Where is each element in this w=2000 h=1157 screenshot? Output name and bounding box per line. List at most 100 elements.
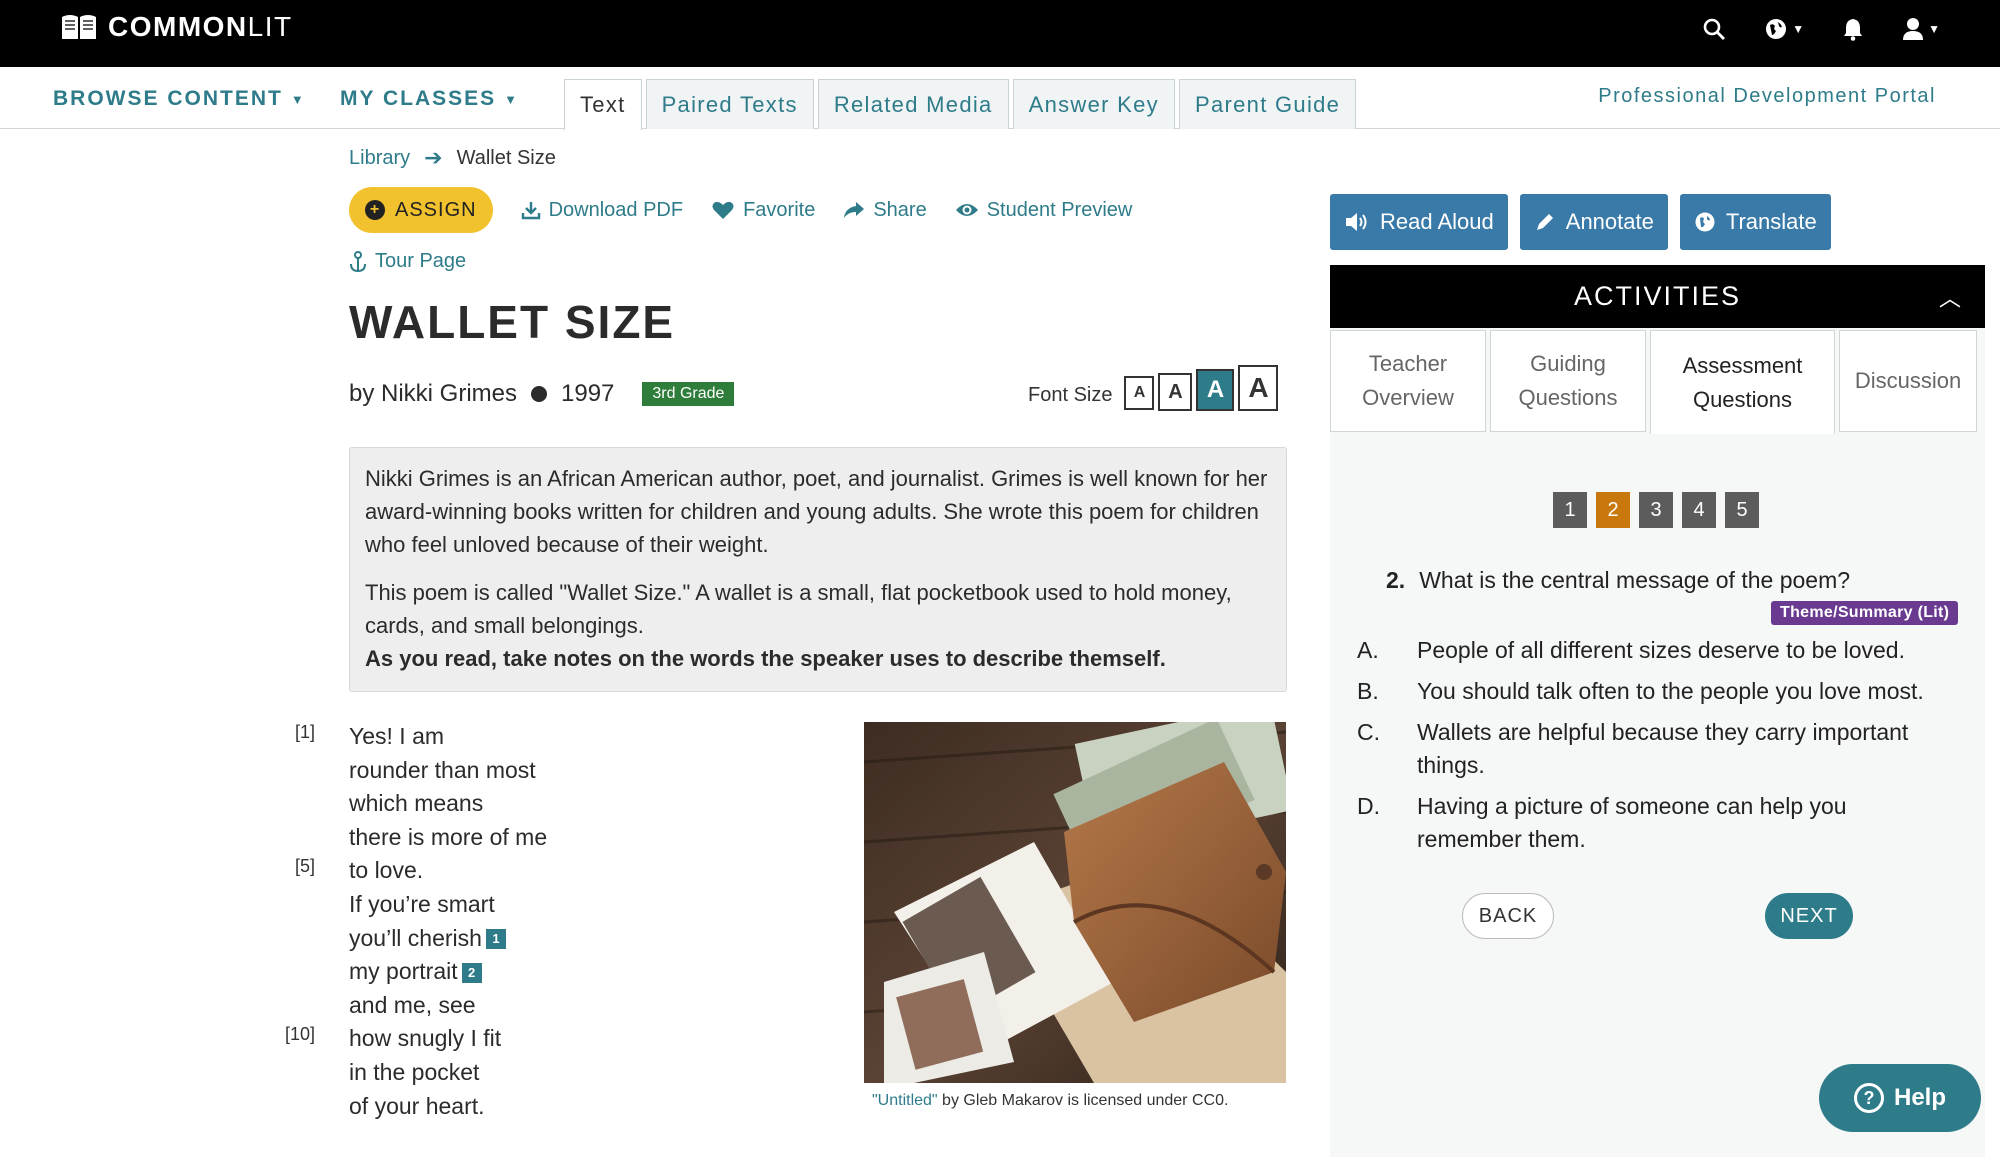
annotate-button[interactable]: Annotate [1519,194,1668,250]
download-pdf-button[interactable]: Download PDF [521,199,683,222]
line-number: [10] [284,1024,315,1045]
grade-badge: 3rd Grade [642,382,735,406]
tour-page-link[interactable]: Tour Page [349,250,466,273]
author: by Nikki Grimes [349,380,518,407]
breadcrumb-library-link[interactable]: Library [349,147,410,170]
text-tabs: Text Paired Texts Related Media Answer K… [564,79,1357,130]
poem-line-text: of your heart. [349,1092,485,1119]
intro-paragraph: Nikki Grimes is an African American auth… [365,466,1268,557]
option-text: You should talk often to the people you … [1417,678,1924,704]
line-number: [1] [294,722,315,742]
breadcrumb: Library ➔ Wallet Size [349,145,556,171]
speaker-icon [1346,213,1367,231]
font-size-large-button[interactable]: A [1196,369,1235,411]
font-size-xlarge-button[interactable]: A [1238,365,1279,411]
share-button[interactable]: Share [843,199,927,222]
footnote-marker[interactable]: 2 [461,963,482,984]
answer-option[interactable]: C. Wallets are helpful because they carr… [1357,716,1957,782]
option-letter: D. [1357,793,1380,819]
poem-line-text: to love. [349,857,424,884]
browse-content-menu[interactable]: BROWSE CONTENT ▼ [53,87,306,111]
translate-button[interactable]: Translate [1679,194,1831,250]
next-button[interactable]: NEXT [1765,893,1853,939]
activities-title: ACTIVITIES [1573,281,1742,311]
font-size-small-button[interactable]: A [1124,376,1155,410]
image-source-link[interactable]: "Untitled" [872,1092,938,1109]
option-text: People of all different sizes deserve to… [1417,637,1905,663]
poem-line: my portrait 2 [280,955,547,989]
translate-label: Translate [1725,209,1817,234]
tab-related-media[interactable]: Related Media [817,79,1009,129]
user-icon [1903,18,1924,40]
assign-button[interactable]: + ASSIGN [349,187,493,233]
language-menu[interactable]: ▼ [1764,14,1804,44]
bell-icon[interactable] [1842,14,1864,44]
poem-line-text: my portrait [349,958,458,985]
tab-teacher-overview[interactable]: Teacher Overview [1330,330,1486,432]
help-button[interactable]: ? Help [1819,1064,1981,1132]
option-letter: C. [1357,719,1380,745]
question-number-button-current[interactable]: 2 [1596,492,1630,528]
poem-line: [5] to love. [280,854,547,888]
reading-prompt: As you read, take notes on the words the… [365,646,1166,671]
question-pagination: 1 2 3 4 5 [1553,492,1759,528]
footnote-marker[interactable]: 1 [485,929,506,950]
wallet-photo [864,722,1286,1083]
globe-icon [1766,19,1787,39]
activities-header[interactable]: ACTIVITIES ︿ [1330,265,1985,328]
commonlit-logo[interactable]: COMMONLIT [60,11,293,42]
option-letter: A. [1357,637,1379,663]
student-preview-button[interactable]: Student Preview [955,199,1132,222]
tab-guiding-questions[interactable]: Guiding Questions [1490,330,1646,432]
font-size-medium-button[interactable]: A [1158,373,1193,411]
answer-option[interactable]: B. You should talk often to the people y… [1357,675,1957,708]
arrow-right-icon: ➔ [424,145,443,170]
option-text: Having a picture of someone can help you… [1417,793,1847,852]
tab-text[interactable]: Text [564,79,642,130]
download-icon [521,202,540,220]
poem-line-text: there is more of me [349,823,548,850]
tab-assessment-questions[interactable]: Assessment Questions [1650,330,1835,434]
anchor-icon [350,250,366,272]
help-label: Help [1893,1084,1946,1111]
reading-tools: Read Aloud Annotate Translate [1330,194,1831,250]
question-number-button[interactable]: 4 [1682,492,1716,528]
my-classes-menu[interactable]: MY CLASSES ▼ [340,87,519,111]
back-button[interactable]: BACK [1462,893,1554,939]
chevron-down-icon: ▼ [1792,22,1805,36]
browse-content-label: BROWSE CONTENT [53,87,283,110]
heart-icon [712,201,734,219]
text-actions: + ASSIGN Download PDF Favorite Share Stu… [349,187,1132,233]
question-number-button[interactable]: 3 [1639,492,1673,528]
image-caption: "Untitled" by Gleb Makarov is licensed u… [872,1092,1228,1110]
top-bar: COMMONLIT ▼ ▼ [0,0,2000,67]
poem-line: of your heart. [280,1090,547,1124]
user-menu[interactable]: ▼ [1902,14,1940,44]
favorite-button[interactable]: Favorite [711,199,815,222]
pen-icon [1536,214,1553,230]
chevron-down-icon: ▼ [504,91,520,107]
plus-icon: + [365,200,385,220]
question-number-button[interactable]: 5 [1725,492,1759,528]
tab-parent-guide[interactable]: Parent Guide [1178,79,1357,129]
poem-line: If you’re smart [280,888,547,922]
answer-option[interactable]: A. People of all different sizes deserve… [1357,634,1957,667]
tab-paired-texts[interactable]: Paired Texts [645,79,814,129]
poem-line: you’ll cherish 1 [280,922,547,956]
search-icon[interactable] [1702,14,1726,44]
answer-option[interactable]: D. Having a picture of someone can help … [1357,790,1957,856]
tab-answer-key[interactable]: Answer Key [1012,79,1175,129]
separator-dot [531,386,548,402]
pd-portal-link[interactable]: Professional Development Portal [1598,85,1936,108]
question-circle-icon: ? [1853,1083,1884,1113]
secondary-nav: BROWSE CONTENT ▼ MY CLASSES ▼ Text Paire… [0,67,2000,130]
book-icon [62,15,96,39]
option-text: Wallets are helpful because they carry i… [1417,719,1909,778]
assign-label: ASSIGN [395,198,477,221]
question-prompt: 2. What is the central message of the poe… [1386,567,1850,594]
question-number-button[interactable]: 1 [1553,492,1587,528]
read-aloud-button[interactable]: Read Aloud [1330,194,1508,250]
option-letter: B. [1357,678,1379,704]
byline: by Nikki Grimes 1997 3rd Grade [349,380,735,408]
tab-discussion[interactable]: Discussion [1839,330,1977,432]
